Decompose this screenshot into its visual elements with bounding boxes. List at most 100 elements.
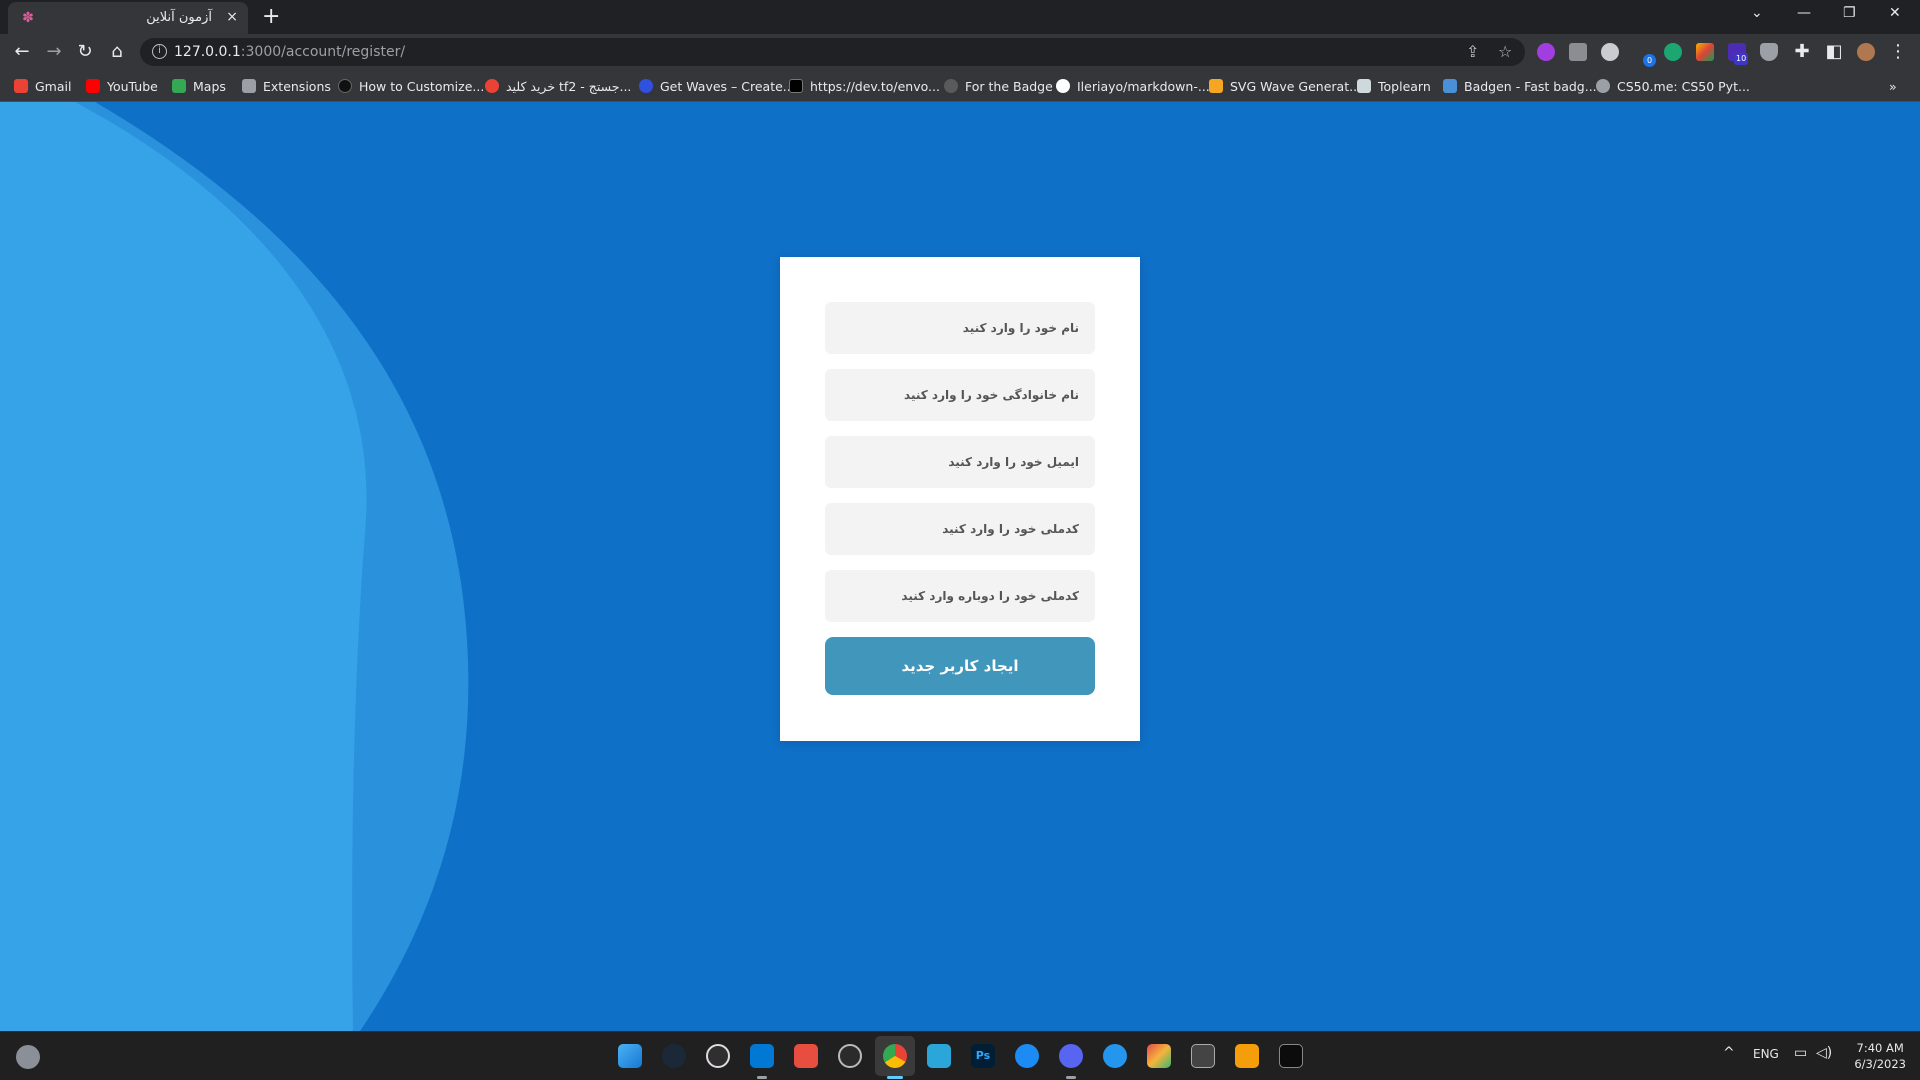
- waves-icon: [639, 79, 653, 93]
- language-indicator[interactable]: ENG: [1753, 1047, 1779, 1061]
- obs-icon[interactable]: [706, 1044, 730, 1068]
- visual-studio-icon[interactable]: [1147, 1044, 1171, 1068]
- browser-toolbar: ← → ↻ ⌂ i 127.0.0.1:3000/account/registe…: [0, 34, 1920, 70]
- steam-icon[interactable]: [662, 1044, 686, 1068]
- grammarly-icon[interactable]: [1664, 43, 1682, 61]
- tab-search-icon[interactable]: ⌄: [1751, 5, 1763, 21]
- create-user-button[interactable]: ایجاد کاربر جدید: [825, 637, 1095, 695]
- bookmark-for-the-badge[interactable]: For the Badge: [944, 76, 1053, 96]
- google-icon: [485, 79, 499, 93]
- color-extension-icon[interactable]: [1696, 43, 1714, 61]
- stack-icon[interactable]: [1235, 1044, 1259, 1068]
- extension-gray-icon[interactable]: [1601, 43, 1619, 61]
- globe-icon: [1596, 79, 1610, 93]
- git-icon[interactable]: [794, 1044, 818, 1068]
- email-field[interactable]: [825, 436, 1095, 488]
- tab-favicon-icon: ✽: [22, 10, 34, 26]
- restore-icon[interactable]: ❐: [1843, 5, 1856, 21]
- national-code-field[interactable]: [825, 503, 1095, 555]
- remote-desktop-icon[interactable]: [927, 1044, 951, 1068]
- youtube-icon: [86, 79, 100, 93]
- vscode-icon[interactable]: [750, 1044, 774, 1068]
- taskbar-clock[interactable]: 7:40 AM 6/3/2023: [1854, 1040, 1906, 1072]
- bookmarks-overflow-button[interactable]: »: [1889, 76, 1897, 96]
- side-panel-icon[interactable]: ◧: [1822, 40, 1846, 64]
- windows-start-icon[interactable]: [618, 1044, 642, 1068]
- bookmark-gmail[interactable]: Gmail: [14, 76, 71, 96]
- bookmark-star-icon[interactable]: ☆: [1498, 42, 1512, 61]
- clock-time: 7:40 AM: [1856, 1041, 1904, 1055]
- badgen-icon: [1443, 79, 1457, 93]
- wave-inner: [0, 102, 367, 1031]
- tray-overflow-icon[interactable]: ^: [1723, 1045, 1735, 1061]
- volume-icon[interactable]: ◁): [1816, 1045, 1832, 1061]
- url-text[interactable]: 127.0.0.1:3000/account/register/: [174, 44, 405, 60]
- last-name-field[interactable]: [825, 369, 1095, 421]
- bookmark-cs50[interactable]: CS50.me: CS50 Pyt...: [1596, 76, 1750, 96]
- share-icon[interactable]: ⇪: [1466, 42, 1479, 61]
- weather-icon[interactable]: [16, 1045, 40, 1069]
- shield-icon[interactable]: [1760, 43, 1778, 61]
- bookmark-maps[interactable]: Maps: [172, 76, 226, 96]
- menu-kebab-icon[interactable]: ⋮: [1886, 40, 1910, 64]
- tab-title: آزمون آنلاین: [146, 10, 212, 25]
- tab-strip: ✽ آزمون آنلاین × + ⌄ — ❐ ✕: [0, 0, 1920, 34]
- github-icon: [1056, 79, 1070, 93]
- bookmarks-bar: Gmail YouTube Maps Extensions How to Cus…: [0, 70, 1920, 102]
- dev-icon: [789, 79, 803, 93]
- network-icon[interactable]: ▭: [1794, 1045, 1807, 1061]
- extension-purple-icon[interactable]: [1537, 43, 1555, 61]
- bookmark-badgen[interactable]: Badgen - Fast badg...: [1443, 76, 1597, 96]
- forward-button[interactable]: →: [42, 40, 66, 64]
- national-code-confirm-field[interactable]: [825, 570, 1095, 622]
- chrome-active-indicator: [887, 1076, 903, 1079]
- bookmark-how-to-customize[interactable]: How to Customize...: [338, 76, 484, 96]
- terminal-server-icon[interactable]: [1191, 1044, 1215, 1068]
- photoshop-icon[interactable]: Ps: [971, 1044, 995, 1068]
- close-window-icon[interactable]: ✕: [1889, 5, 1901, 21]
- home-button[interactable]: ⌂: [105, 40, 129, 64]
- back-button[interactable]: ←: [10, 40, 34, 64]
- minimize-icon[interactable]: —: [1797, 5, 1811, 21]
- site-icon: [338, 79, 352, 93]
- address-bar[interactable]: i 127.0.0.1:3000/account/register/ ⇪ ☆: [140, 38, 1525, 66]
- camera-extension-icon[interactable]: [1569, 43, 1587, 61]
- browser-tab[interactable]: ✽ آزمون آنلاین ×: [8, 2, 248, 34]
- bookmark-extensions[interactable]: Extensions: [242, 76, 331, 96]
- bookmark-get-waves[interactable]: Get Waves – Create...: [639, 76, 795, 96]
- vscode-running-indicator: [757, 1076, 767, 1079]
- clock-date: 6/3/2023: [1854, 1057, 1906, 1071]
- terminal-icon[interactable]: [1279, 1044, 1303, 1068]
- reload-button[interactable]: ↻: [73, 40, 97, 64]
- extension-badge-10: 10: [1734, 53, 1749, 65]
- bookmark-dev-to[interactable]: https://dev.to/envo...: [789, 76, 940, 96]
- bookmark-youtube[interactable]: YouTube: [86, 76, 158, 96]
- gmail-icon: [14, 79, 28, 93]
- chrome-icon[interactable]: [883, 1044, 907, 1068]
- unity-icon[interactable]: [838, 1044, 862, 1068]
- puzzle-icon: [242, 79, 256, 93]
- tab-close-icon[interactable]: ×: [226, 9, 238, 25]
- discord-running-indicator: [1066, 1076, 1076, 1079]
- app-store-icon[interactable]: [1015, 1044, 1039, 1068]
- badge-icon: [944, 79, 958, 93]
- url-host: 127.0.0.1: [174, 44, 241, 60]
- maps-icon: [172, 79, 186, 93]
- svgwave-icon: [1209, 79, 1223, 93]
- windows-taskbar: Ps ^ ENG ▭ ◁) 7:40 AM 6/3/2023: [0, 1031, 1920, 1080]
- url-path: :3000/account/register/: [240, 44, 406, 60]
- extension-badge: 0: [1643, 54, 1656, 67]
- new-tab-button[interactable]: +: [262, 4, 280, 29]
- extensions-puzzle-icon[interactable]: ✚: [1790, 40, 1814, 64]
- docker-icon[interactable]: [1103, 1044, 1127, 1068]
- first-name-field[interactable]: [825, 302, 1095, 354]
- profile-avatar[interactable]: [1857, 43, 1875, 61]
- bookmark-markdown-badges[interactable]: Ileriayo/markdown-...: [1056, 76, 1210, 96]
- bookmark-tf2-search[interactable]: خرید کلید tf2 - جستج...: [485, 76, 631, 96]
- discord-icon[interactable]: [1059, 1044, 1083, 1068]
- bookmark-svg-wave[interactable]: SVG Wave Generat...: [1209, 76, 1361, 96]
- bookmark-toplearn[interactable]: Toplearn: [1357, 76, 1431, 96]
- site-info-icon[interactable]: i: [152, 44, 167, 59]
- register-form-card: ایجاد کاربر جدید: [780, 257, 1140, 741]
- toplearn-icon: [1357, 79, 1371, 93]
